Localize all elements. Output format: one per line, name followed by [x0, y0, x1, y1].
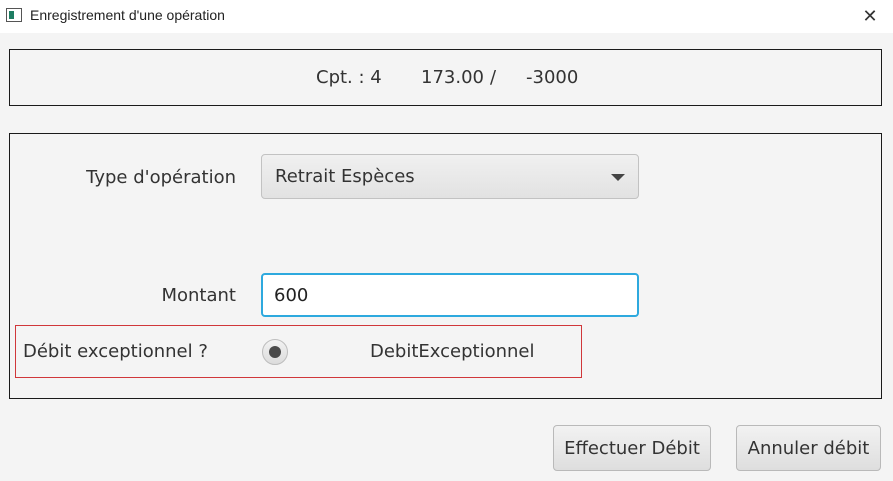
account-balance: 173.00 — [421, 67, 484, 88]
chevron-down-icon — [611, 174, 625, 181]
balance-separator: / — [490, 67, 497, 88]
exceptional-debit-option-label: DebitExceptionnel — [370, 341, 535, 362]
operation-type-select[interactable]: Retrait Espèces — [261, 154, 639, 199]
exceptional-debit-radio[interactable] — [262, 339, 288, 365]
app-icon — [6, 8, 22, 22]
operation-form: Type d'opération Retrait Espèces Montant… — [9, 133, 882, 399]
exceptional-debit-row: Débit exceptionnel ? DebitExceptionnel — [15, 325, 582, 378]
account-number: Cpt. : 4 — [316, 67, 382, 88]
cancel-debit-button[interactable]: Annuler débit — [736, 425, 881, 471]
title-bar: Enregistrement d'une opération ✕ — [0, 0, 893, 33]
radio-selected-dot — [269, 346, 281, 358]
operation-type-label: Type d'opération — [86, 167, 236, 188]
amount-label: Montant — [161, 285, 236, 306]
overdraft-limit: -3000 — [526, 67, 579, 88]
close-button[interactable]: ✕ — [847, 0, 893, 32]
operation-type-value: Retrait Espèces — [275, 166, 415, 187]
account-summary-panel: Cpt. : 4 173.00 / -3000 — [9, 49, 882, 106]
amount-input[interactable] — [261, 273, 639, 317]
confirm-debit-button[interactable]: Effectuer Débit — [553, 425, 711, 471]
window-title: Enregistrement d'une opération — [30, 7, 225, 23]
exceptional-debit-label: Débit exceptionnel ? — [23, 341, 208, 362]
